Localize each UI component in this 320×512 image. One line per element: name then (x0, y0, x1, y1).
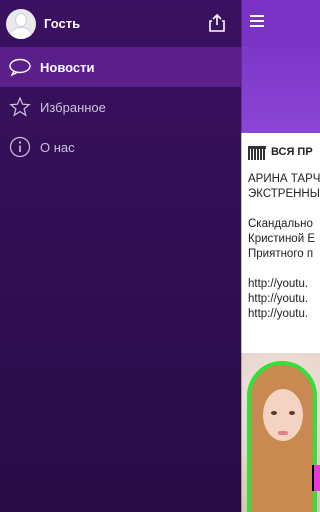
post-line (248, 262, 320, 277)
drawer-header: Гость (0, 0, 241, 47)
portrait-eye-shape (271, 411, 277, 415)
user-name: Гость (44, 16, 81, 31)
app-bar (241, 0, 320, 47)
post-body: АРИНА ТАРЧ ЭКСТРЕННЫ Скандально Кристино… (248, 172, 320, 322)
star-icon (9, 96, 31, 118)
thumbnail-tag (312, 465, 320, 491)
avatar-body-shape (10, 26, 32, 39)
menu-icon[interactable] (250, 15, 264, 27)
post-header: ВСЯ ПР (248, 145, 320, 160)
avatar[interactable] (6, 8, 36, 39)
menu-item-label: Избранное (40, 99, 106, 115)
post-line: АРИНА ТАРЧ (248, 173, 320, 185)
post-line: Скандально (248, 218, 313, 230)
chat-bubble-icon (9, 56, 31, 78)
menu-item-about[interactable]: О нас (0, 127, 241, 167)
post-line (248, 202, 320, 217)
post-line: Приятного п (248, 248, 314, 260)
post-link[interactable]: http://youtu. (248, 277, 320, 292)
drawer-shadow-divider (241, 0, 242, 512)
portrait-lip-shape (278, 431, 288, 435)
avatar-head-shape (15, 12, 27, 27)
navigation-drawer: Гость Новости Избранное О нас (0, 0, 241, 512)
post-thumbnail[interactable] (241, 353, 320, 512)
menu-item-label: О нас (40, 139, 75, 155)
post-title: ВСЯ ПР (271, 146, 313, 158)
channel-logo-icon (248, 145, 266, 160)
news-post[interactable]: ВСЯ ПР АРИНА ТАРЧ ЭКСТРЕННЫ Скандально К… (241, 133, 320, 353)
post-link[interactable]: http://youtu. (248, 307, 320, 322)
post-link[interactable]: http://youtu. (248, 292, 320, 307)
app-bar-banner (241, 47, 320, 133)
share-icon[interactable] (207, 13, 227, 33)
content-panel: ВСЯ ПР АРИНА ТАРЧ ЭКСТРЕННЫ Скандально К… (241, 0, 320, 512)
menu-item-news[interactable]: Новости (0, 47, 241, 87)
post-line: ЭКСТРЕННЫ (248, 188, 320, 200)
menu-item-favorites[interactable]: Избранное (0, 87, 241, 127)
portrait-eye-shape (289, 411, 295, 415)
menu-item-label: Новости (40, 59, 95, 75)
post-line: Кристиной Е (248, 233, 315, 245)
info-icon (9, 136, 31, 158)
